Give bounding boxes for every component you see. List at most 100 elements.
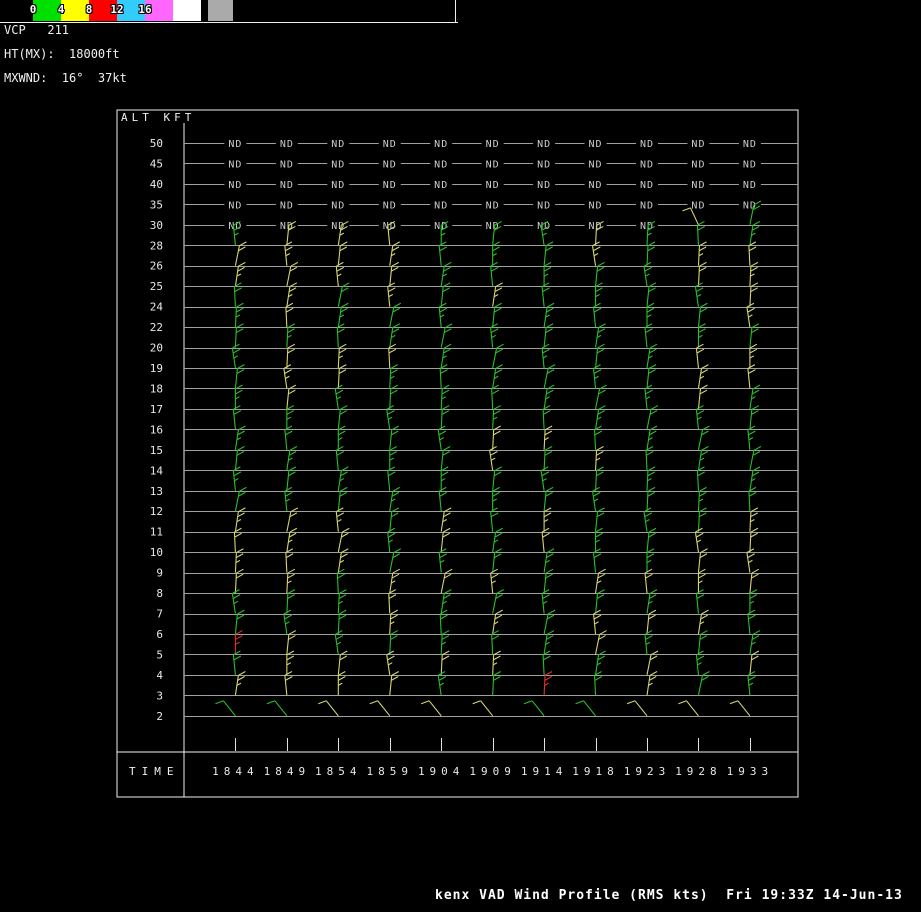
wind-barb <box>286 343 296 369</box>
time-label: 1933 <box>727 765 774 778</box>
wind-barb <box>284 486 293 512</box>
time-label: 1928 <box>675 765 722 778</box>
wind-barb <box>697 261 707 287</box>
wind-barb <box>490 568 499 594</box>
wind-barb <box>729 700 751 717</box>
altitude-label: 7 <box>156 608 163 621</box>
product-title: kenx VAD Wind Profile (RMS kts) Fri 19:3… <box>435 888 903 903</box>
wind-barb <box>286 568 296 594</box>
wind-barb <box>575 700 596 717</box>
time-label: 1914 <box>521 765 568 778</box>
wind-barb <box>593 609 602 635</box>
wind-barb <box>543 261 552 287</box>
wind-barb <box>472 700 494 717</box>
no-data-label: ND <box>691 180 705 191</box>
altitude-label: 3 <box>156 689 163 702</box>
wind-barb <box>748 486 757 512</box>
no-data-label: ND <box>537 221 551 232</box>
altitude-label: 45 <box>150 157 163 170</box>
altitude-label: 4 <box>156 669 163 682</box>
altitude-label: 2 <box>156 710 163 723</box>
wind-barb <box>387 527 396 553</box>
no-data-label: ND <box>537 200 551 211</box>
no-data-label: ND <box>434 159 448 170</box>
wind-barb <box>233 527 242 553</box>
no-data-label: ND <box>434 200 448 211</box>
wind-barb <box>541 527 550 553</box>
wind-barb <box>336 568 345 594</box>
time-label: 1859 <box>367 765 414 778</box>
no-data-label: ND <box>743 200 757 211</box>
time-label: 1923 <box>624 765 671 778</box>
wind-barb <box>492 609 503 635</box>
no-data-label: ND <box>434 180 448 191</box>
wind-barb <box>697 302 708 328</box>
altitude-label: 50 <box>150 137 163 150</box>
altitude-label: 35 <box>150 198 163 211</box>
time-label: 1918 <box>572 765 619 778</box>
wind-barb <box>234 261 246 287</box>
wind-barb <box>697 568 706 594</box>
no-data-label: ND <box>691 139 705 150</box>
no-data-label: ND <box>331 180 345 191</box>
altitude-label: 17 <box>150 403 163 416</box>
no-data-label: ND <box>743 159 757 170</box>
wind-barb <box>694 527 704 553</box>
wind-barb <box>337 343 347 369</box>
altitude-label: 5 <box>156 648 163 661</box>
no-data-label: ND <box>383 159 397 170</box>
wind-barb <box>646 527 657 553</box>
no-data-label: ND <box>589 180 603 191</box>
wind-barb <box>215 700 236 717</box>
wind-barb <box>337 302 349 328</box>
wind-barb <box>593 302 602 328</box>
no-data-label: ND <box>280 200 294 211</box>
wind-barb <box>234 609 245 635</box>
altitude-label: 30 <box>150 219 163 232</box>
wind-barb <box>678 700 699 717</box>
no-data-label: ND <box>280 221 294 232</box>
altitude-label: 24 <box>150 301 164 314</box>
time-label: 1844 <box>212 765 259 778</box>
no-data-label: ND <box>640 221 654 232</box>
altitude-label: 14 <box>150 464 164 477</box>
altitude-label: 8 <box>156 587 163 600</box>
altitude-label: 10 <box>150 546 163 559</box>
wind-barb <box>523 700 545 717</box>
no-data-label: ND <box>640 159 654 170</box>
wind-barb <box>337 609 347 634</box>
no-data-label: ND <box>537 139 551 150</box>
wind-barb <box>644 568 653 594</box>
no-data-label: ND <box>640 139 654 150</box>
wind-barb <box>749 527 759 553</box>
no-data-label: ND <box>589 159 603 170</box>
altitude-label: 6 <box>156 628 163 641</box>
no-data-label: ND <box>486 200 500 211</box>
time-label: 1854 <box>315 765 362 778</box>
wind-barb <box>594 527 603 553</box>
wind-barb <box>646 302 655 328</box>
wind-barb <box>440 343 452 369</box>
no-data-label: ND <box>691 200 705 211</box>
altitude-label: 12 <box>150 505 163 518</box>
no-data-label: ND <box>589 200 603 211</box>
wind-barb <box>388 343 397 369</box>
no-data-label: ND <box>331 221 345 232</box>
altitude-label: 26 <box>150 260 163 273</box>
wind-barb <box>318 700 339 717</box>
no-data-label: ND <box>486 159 500 170</box>
wind-barb <box>697 486 707 512</box>
no-data-label: ND <box>383 200 397 211</box>
altitude-label: 20 <box>150 342 163 355</box>
altitude-label: 22 <box>150 321 163 334</box>
wind-barb <box>389 609 399 634</box>
wind-barb <box>747 609 756 635</box>
wind-barb <box>746 302 755 328</box>
altitude-label: 28 <box>150 239 163 252</box>
wind-barb <box>231 343 241 369</box>
no-data-label: ND <box>434 139 448 150</box>
time-label: 1849 <box>264 765 311 778</box>
time-label: 1909 <box>469 765 516 778</box>
time-label: 1904 <box>418 765 465 778</box>
no-data-label: ND <box>640 200 654 211</box>
